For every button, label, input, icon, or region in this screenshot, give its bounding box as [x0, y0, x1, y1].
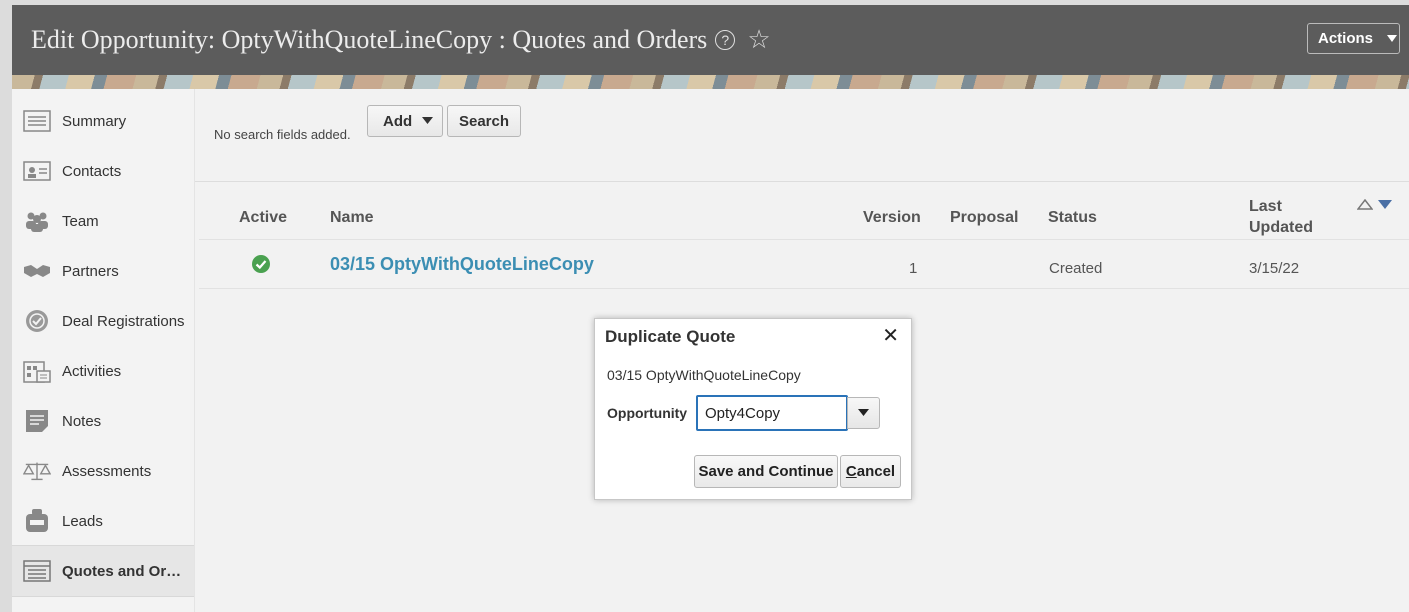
opportunity-label: Opportunity — [607, 405, 688, 421]
sidebar-item-label: Partners — [62, 262, 119, 280]
last-updated-cell: 3/15/22 — [1249, 260, 1300, 277]
no-search-fields-text: No search fields added. — [214, 127, 351, 142]
sidebar-item-label: Notes — [62, 412, 102, 430]
team-icon — [23, 209, 51, 233]
sidebar-item-deal-registrations[interactable]: Deal Registrations — [12, 296, 194, 346]
chevron-down-icon — [422, 117, 434, 124]
actions-button[interactable]: Actions — [1307, 23, 1400, 54]
add-button[interactable]: Add — [367, 105, 443, 137]
divider — [195, 181, 1409, 182]
actions-label: Actions — [1318, 30, 1374, 47]
dialog-title: Duplicate Quote — [605, 327, 736, 346]
column-header-name[interactable]: Name — [330, 207, 374, 228]
column-header-last-updated[interactable]: Last Updated — [1249, 196, 1329, 238]
star-icon[interactable]: ☆ — [747, 27, 770, 53]
sidebar: Summary Contacts Team Partners Deal Regi… — [12, 89, 195, 612]
sidebar-item-partners[interactable]: Partners — [12, 246, 194, 296]
sidebar-item-quotes-and-orders[interactable]: Quotes and Or… — [12, 545, 194, 597]
cancel-label: Cancel — [845, 463, 896, 480]
version-cell: 1 — [909, 260, 918, 277]
activities-icon — [23, 359, 51, 383]
sidebar-item-label: Deal Registrations — [62, 312, 185, 330]
opportunity-input[interactable] — [696, 395, 848, 431]
sidebar-item-label: Quotes and Or… — [62, 562, 182, 580]
contacts-icon — [23, 159, 51, 183]
page-title-text: Edit Opportunity: OptyWithQuoteLineCopy … — [31, 25, 708, 54]
notes-icon — [23, 409, 51, 433]
quotes-icon — [23, 559, 51, 583]
duplicate-quote-dialog: Duplicate Quote ✕ 03/15 OptyWithQuoteLin… — [594, 318, 912, 500]
chevron-down-icon — [858, 409, 869, 416]
sidebar-item-label: Contacts — [62, 162, 122, 180]
quote-name-link[interactable]: 03/15 OptyWithQuoteLineCopy — [330, 254, 594, 275]
sidebar-item-label: Leads — [62, 512, 103, 530]
search-label: Search — [458, 112, 510, 130]
column-header-active[interactable]: Active — [239, 207, 287, 228]
summary-icon — [23, 109, 51, 133]
sort-controls — [1357, 199, 1393, 210]
handshake-icon — [23, 259, 51, 283]
save-and-continue-label: Save and Continue — [698, 463, 834, 480]
column-header-status[interactable]: Status — [1048, 207, 1097, 228]
decorative-banner — [12, 75, 1409, 89]
row-divider — [199, 288, 1409, 289]
sidebar-item-leads[interactable]: Leads — [12, 496, 194, 546]
sidebar-item-team[interactable]: Team — [12, 196, 194, 246]
sort-ascending-icon[interactable] — [1357, 199, 1373, 210]
badge-icon — [23, 309, 51, 333]
save-and-continue-button[interactable]: Save and Continue — [694, 455, 838, 488]
header-row-divider — [199, 239, 1409, 240]
chevron-down-icon — [1387, 34, 1398, 42]
sort-descending-icon[interactable] — [1377, 199, 1393, 210]
add-label: Add — [383, 112, 413, 130]
dialog-quote-name: 03/15 OptyWithQuoteLineCopy — [607, 367, 801, 383]
page-header: Edit Opportunity: OptyWithQuoteLineCopy … — [12, 5, 1409, 75]
sidebar-item-notes[interactable]: Notes — [12, 396, 194, 446]
sidebar-item-assessments[interactable]: Assessments — [12, 446, 194, 496]
close-icon[interactable]: ✕ — [882, 326, 899, 346]
leads-icon — [23, 509, 51, 533]
sidebar-item-summary[interactable]: Summary — [12, 96, 194, 146]
sidebar-item-label: Assessments — [62, 462, 152, 480]
sidebar-item-label: Summary — [62, 112, 127, 130]
help-icon[interactable]: ? — [715, 30, 736, 50]
scale-icon — [23, 459, 51, 483]
page: Edit Opportunity: OptyWithQuoteLineCopy … — [0, 0, 1409, 612]
sidebar-item-label: Team — [62, 212, 99, 230]
opportunity-dropdown-button[interactable] — [847, 397, 880, 429]
page-title: Edit Opportunity: OptyWithQuoteLineCopy … — [31, 25, 771, 55]
column-header-proposal[interactable]: Proposal — [950, 207, 1018, 228]
column-header-version[interactable]: Version — [863, 207, 921, 228]
app-window: Edit Opportunity: OptyWithQuoteLineCopy … — [12, 5, 1409, 612]
status-cell: Created — [1049, 260, 1103, 277]
search-button[interactable]: Search — [447, 105, 521, 137]
cancel-button[interactable]: Cancel — [840, 455, 901, 488]
sidebar-item-activities[interactable]: Activities — [12, 346, 194, 396]
sidebar-item-contacts[interactable]: Contacts — [12, 146, 194, 196]
sidebar-item-label: Activities — [62, 362, 122, 380]
active-check-icon — [252, 255, 270, 273]
